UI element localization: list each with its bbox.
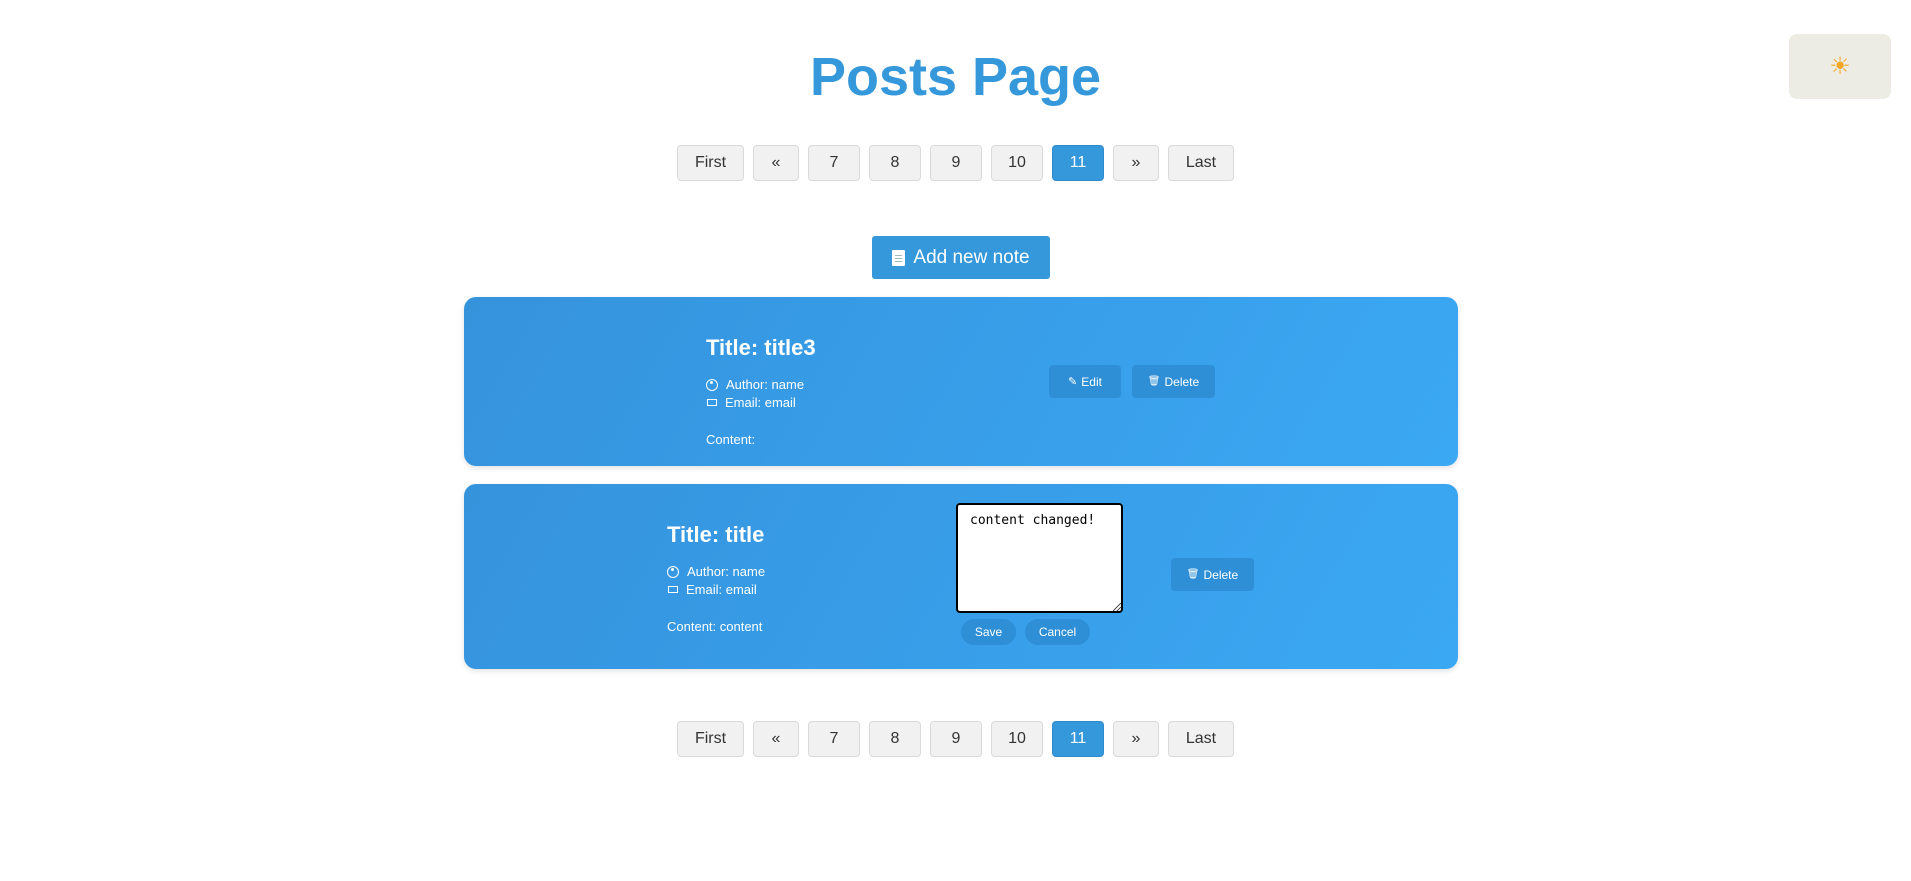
content-edit-textarea[interactable]: content changed!: [956, 503, 1123, 613]
pagination-page-button[interactable]: 7: [808, 721, 860, 757]
pagination-last-button[interactable]: Last: [1168, 145, 1234, 181]
pagination-page-button[interactable]: 9: [930, 145, 982, 181]
pagination-page-button[interactable]: 8: [869, 145, 921, 181]
post-title: Title: title3: [706, 335, 816, 360]
post-email: Email: email: [667, 582, 757, 597]
save-button[interactable]: Save: [961, 619, 1016, 645]
pagination-page-button[interactable]: 9: [930, 721, 982, 757]
pagination-prev-button[interactable]: «: [753, 145, 799, 181]
pagination-active-page-button[interactable]: 11: [1052, 721, 1104, 757]
pagination-top: First « 7 8 9 10 11 » Last: [0, 145, 1911, 181]
user-icon: [706, 378, 718, 391]
post-email-label: Email: email: [725, 395, 796, 410]
pagination-next-button[interactable]: »: [1113, 145, 1159, 181]
pagination-page-button[interactable]: 10: [991, 721, 1043, 757]
post-card: Title: title3 Author: name Email: email …: [464, 297, 1458, 466]
pencil-icon: ✎: [1068, 376, 1078, 388]
cancel-button[interactable]: Cancel: [1025, 619, 1090, 645]
post-content: Content:: [706, 432, 756, 447]
delete-button[interactable]: 🗑 Delete: [1132, 365, 1215, 398]
add-new-note-button[interactable]: Add new note: [872, 236, 1050, 279]
pagination-next-button[interactable]: »: [1113, 721, 1159, 757]
edit-button-label: Edit: [1081, 374, 1102, 389]
pagination-last-button[interactable]: Last: [1168, 721, 1234, 757]
pagination-page-button[interactable]: 7: [808, 145, 860, 181]
post-author: Author: name: [706, 377, 804, 392]
pagination-first-button[interactable]: First: [677, 145, 744, 181]
edit-button[interactable]: ✎ Edit: [1049, 365, 1121, 398]
trash-icon: 🗑: [1186, 569, 1200, 580]
mail-icon: [707, 399, 717, 406]
user-icon: [667, 565, 679, 578]
document-icon: [892, 249, 906, 266]
delete-button-label: Delete: [1164, 374, 1200, 389]
trash-icon: 🗑: [1147, 376, 1161, 387]
pagination-first-button[interactable]: First: [677, 721, 744, 757]
pagination-active-page-button[interactable]: 11: [1052, 145, 1104, 181]
page-title: Posts Page: [809, 47, 1102, 107]
pagination-page-button[interactable]: 8: [869, 721, 921, 757]
pagination-prev-button[interactable]: «: [753, 721, 799, 757]
post-author: Author: name: [667, 564, 765, 579]
delete-button-label: Delete: [1203, 567, 1239, 582]
pagination-bottom: First « 7 8 9 10 11 » Last: [0, 721, 1911, 757]
post-content: Content: content: [667, 619, 763, 634]
post-author-label: Author: name: [726, 377, 805, 392]
add-new-note-label: Add new note: [913, 246, 1030, 268]
post-title: Title: title: [667, 522, 765, 547]
post-email-label: Email: email: [686, 582, 757, 597]
mail-icon: [668, 586, 678, 593]
resize-handle-icon[interactable]: [1113, 603, 1121, 611]
post-email: Email: email: [706, 395, 796, 410]
post-author-label: Author: name: [687, 564, 766, 579]
post-card-editing: Title: title Author: name Email: email C…: [464, 484, 1458, 669]
pagination-page-button[interactable]: 10: [991, 145, 1043, 181]
delete-button[interactable]: 🗑 Delete: [1171, 558, 1254, 591]
